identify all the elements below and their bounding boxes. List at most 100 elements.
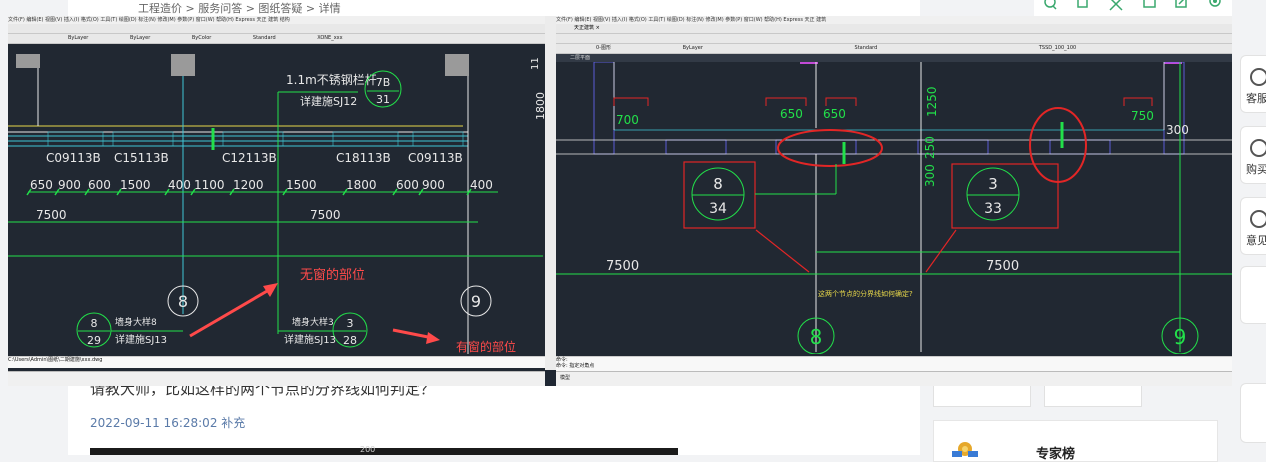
cad-drawing-right[interactable]: 700 650 650 750 1250 250 300 300 8 34 3 … [556, 62, 1232, 354]
post-image-label: 200 [360, 445, 376, 454]
railing-ref: 详建施SJ12 [300, 94, 357, 108]
post-attachment-image[interactable]: 200 [90, 445, 678, 455]
screenshot-toolbar [1034, 0, 1232, 16]
bubble1-num: 8 [713, 175, 723, 193]
dim-300a: 300 [923, 164, 937, 187]
annotation-no-window: 无窗的部位 [300, 267, 365, 283]
breadcrumb: 工程造价 > 服务问答 > 图纸答疑 > 详情 [138, 2, 341, 15]
copy-icon[interactable] [1077, 0, 1088, 8]
window-label: C15113B [114, 151, 169, 165]
dim-text: 900 [58, 178, 81, 192]
dim-text: 1200 [233, 178, 264, 192]
sidebar-btn-buy[interactable]: 购买 [1240, 126, 1266, 184]
axis-9-label: 9 [471, 292, 481, 311]
layer-select[interactable]: 0-图形 [596, 45, 611, 51]
detail-box-2 [951, 163, 1059, 229]
detail1-sheet: 29 [87, 334, 101, 347]
model-tab-bar[interactable]: 二层平面 [556, 54, 1232, 62]
dim-650a: 650 [780, 107, 803, 121]
axis-8-label: 8 [178, 292, 188, 311]
feedback-icon [1250, 210, 1266, 228]
model-space-label: 模型 [560, 375, 571, 381]
railing-label: 1.1m不锈钢栏杆 [286, 72, 377, 87]
side-dim-2: 1800 [534, 92, 545, 120]
dim-750: 750 [1131, 109, 1154, 123]
file-path: C:\Users\Admin\图纸\二期建施\xxx.dwg [8, 357, 103, 363]
dim-7500-left: 7500 [36, 208, 67, 222]
cad-screenshot: 文件(F) 编辑(E) 视图(V) 插入(I) 格式(O) 工具(T) 绘图(D… [8, 16, 1232, 386]
cad-toolbar-left-1[interactable] [8, 24, 545, 34]
medal-icon [952, 442, 978, 457]
zoom-icon[interactable] [1044, 0, 1057, 10]
bubble-top-num: 7B [376, 76, 391, 89]
cad-toolbar-left-2[interactable]: ByLayer ByLayer ByColor Standard XONE_xx… [8, 34, 545, 44]
sidebar-btn-extra[interactable] [1240, 266, 1266, 324]
cad-toolbar-right-2[interactable]: 0-图形 ByLayer Standard TSSD_100_100 [556, 44, 1232, 54]
highlight-ellipse [777, 129, 883, 167]
detail2-sheet: 28 [343, 334, 357, 347]
dim-text: 600 [396, 178, 419, 192]
right-card-2[interactable] [1044, 386, 1142, 407]
window-label: C09113B [46, 151, 101, 165]
bubble2-num: 3 [988, 175, 998, 193]
save-icon[interactable] [1143, 0, 1156, 8]
cad-statusbar-right[interactable]: 模型 [556, 371, 1232, 386]
window-label: C12113B [222, 151, 277, 165]
textstyle-select[interactable]: Standard [253, 35, 276, 41]
lineweight-select[interactable]: ByLayer [130, 35, 150, 41]
red-arrow-2 [392, 328, 434, 340]
dim-text: 1100 [194, 178, 225, 192]
column-block [16, 54, 40, 68]
dim-250: 250 [923, 136, 937, 159]
share-icon[interactable] [1175, 0, 1187, 8]
cad-tab-bar[interactable]: 天正建筑 × [556, 24, 1232, 34]
sidebar-btn-label: 意见 [1246, 234, 1266, 247]
dim-text: 600 [88, 178, 111, 192]
sidebar-btn-top[interactable] [1240, 383, 1266, 443]
dim-7500a: 7500 [606, 259, 639, 274]
expert-ranking-title: 专家榜 [1036, 447, 1076, 462]
dim-text: 1500 [286, 178, 317, 192]
cad-window-left: 文件(F) 编辑(E) 视图(V) 插入(I) 格式(O) 工具(T) 绘图(D… [8, 16, 545, 386]
cad-toolbar-right-1[interactable] [556, 34, 1232, 44]
question-annotation: 这两个节点的分界线如何确定? [818, 289, 913, 298]
linetype-select-right[interactable]: ByLayer [683, 45, 703, 51]
detail1-text2: 详建施SJ13 [115, 333, 167, 346]
dimstyle-select[interactable]: XONE_xxx [317, 35, 342, 41]
dim-text: 400 [168, 178, 191, 192]
detail1-num: 8 [91, 317, 98, 330]
right-card-1[interactable] [933, 386, 1031, 407]
linetype-select[interactable]: ByLayer [68, 35, 88, 41]
cad-menubar-right: 文件(F) 编辑(E) 视图(V) 插入(I) 格式(O) 工具(T) 绘图(D… [556, 16, 1232, 24]
dim-text: 650 [30, 178, 53, 192]
bubble2-sheet: 33 [984, 201, 1002, 217]
headset-icon [1250, 68, 1266, 86]
detail1-text1: 墙身大样8 [115, 316, 157, 328]
post-timestamp: 2022-09-11 16:28:02 补充 [90, 416, 246, 430]
textstyle-select-right[interactable]: Standard [855, 45, 878, 51]
axis-8-right-label: 8 [810, 325, 823, 349]
cad-statusbar-left[interactable] [8, 371, 545, 386]
window-label: C18113B [336, 151, 391, 165]
side-dim: 11 [530, 57, 541, 70]
dim-text: 400 [470, 178, 493, 192]
cad-drawing-left[interactable]: 1.1m不锈钢栏杆 详建施SJ12 7B 31 C09113B C15113B … [8, 54, 545, 354]
cad-command-line-left[interactable]: C:\Users\Admin\图纸\二期建施\xxx.dwg [8, 356, 545, 368]
cad-vertical-toolbar[interactable] [545, 52, 556, 370]
window-label: C09113B [408, 151, 463, 165]
document-tab[interactable]: 天正建筑 × [574, 25, 600, 31]
dim-7500b: 7500 [986, 259, 1019, 274]
column-block [171, 54, 195, 76]
dim-650b: 650 [823, 107, 846, 121]
annotation-with-window: 有窗的部位 [456, 339, 516, 354]
color-select[interactable]: ByColor [192, 35, 211, 41]
sidebar-btn-feedback[interactable]: 意见 [1240, 197, 1266, 255]
model-tab[interactable]: 二层平面 [570, 55, 590, 61]
dim-text: 900 [422, 178, 445, 192]
red-arrow-1 [189, 285, 275, 338]
crop-icon[interactable] [1109, 0, 1123, 11]
cart-icon [1250, 139, 1266, 157]
settings-icon[interactable] [1209, 0, 1221, 7]
sidebar-btn-service[interactable]: 客服 [1240, 55, 1266, 113]
dimstyle-select-right[interactable]: TSSD_100_100 [1039, 45, 1076, 51]
